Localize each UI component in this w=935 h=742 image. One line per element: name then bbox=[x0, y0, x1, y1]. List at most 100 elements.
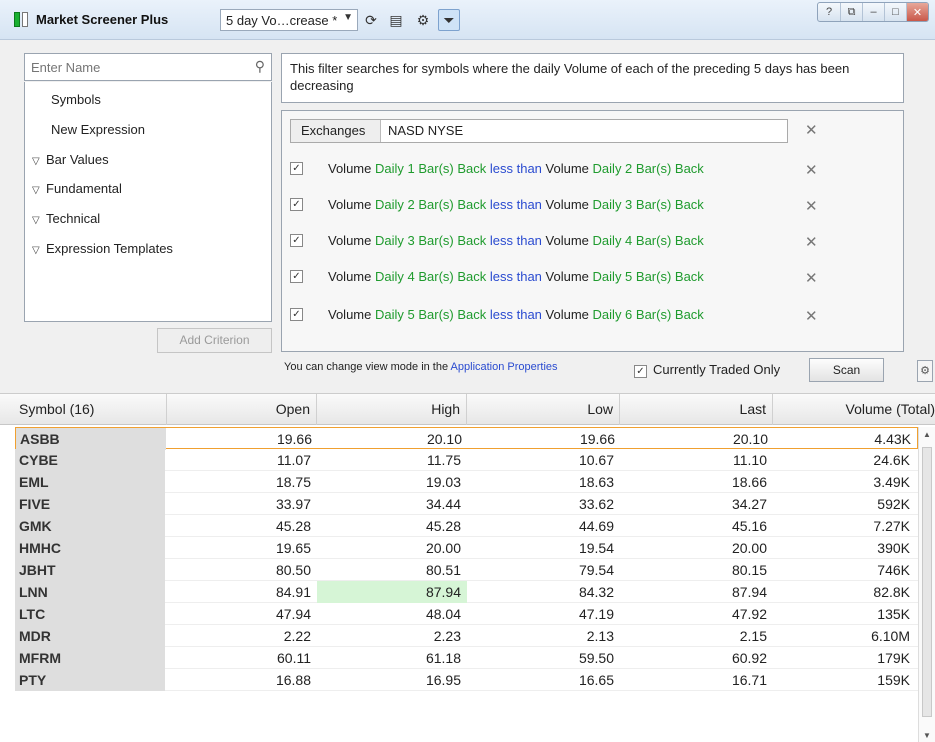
column-header-low[interactable]: Low bbox=[467, 394, 620, 425]
expand-triangle-icon[interactable]: ▽ bbox=[32, 245, 46, 256]
application-properties-link[interactable]: Application Properties bbox=[451, 361, 558, 373]
filter-description[interactable]: This filter searches for symbols where t… bbox=[281, 53, 904, 103]
cell-symbol: MDR bbox=[15, 625, 165, 647]
table-row[interactable]: LTC 47.94 48.04 47.19 47.92 135K bbox=[15, 603, 918, 625]
cell-volume: 7.27K bbox=[873, 518, 910, 534]
cell-low: 79.54 bbox=[578, 562, 614, 578]
table-row[interactable]: CYBE 11.07 11.75 10.67 11.10 24.6K bbox=[15, 449, 918, 471]
table-row[interactable]: ASBB 19.66 20.10 19.66 20.10 4.43K bbox=[15, 427, 918, 450]
tree-item-symbols[interactable]: Symbols bbox=[51, 92, 101, 107]
currently-traded-checkbox[interactable]: ✓ bbox=[634, 365, 647, 379]
expand-triangle-icon[interactable]: ▽ bbox=[32, 215, 46, 226]
column-header-volume[interactable]: Volume (Total) bbox=[773, 394, 935, 425]
column-header-last[interactable]: Last bbox=[620, 394, 773, 425]
search-input[interactable] bbox=[31, 55, 241, 79]
cell-last: 47.92 bbox=[731, 606, 767, 622]
settings-side-icon[interactable]: ⚙ bbox=[917, 360, 933, 382]
criterion-text[interactable]: Volume Daily 4 Bar(s) Back less than Vol… bbox=[328, 269, 704, 284]
maximize-button[interactable]: □ bbox=[884, 3, 906, 21]
criterion-field2: Volume bbox=[545, 269, 589, 284]
criterion-left-bar[interactable]: Daily 2 Bar(s) Back bbox=[375, 197, 486, 212]
criterion-right-bar[interactable]: Daily 5 Bar(s) Back bbox=[593, 269, 704, 284]
close-button[interactable]: ✕ bbox=[906, 3, 928, 21]
criterion-left-bar[interactable]: Daily 5 Bar(s) Back bbox=[375, 307, 486, 322]
cell-last: 20.10 bbox=[732, 431, 768, 447]
cell-volume: 135K bbox=[877, 606, 910, 622]
criterion-text[interactable]: Volume Daily 1 Bar(s) Back less than Vol… bbox=[328, 161, 704, 176]
sort-icon[interactable]: ⚙ bbox=[412, 9, 434, 31]
cell-volume: 390K bbox=[877, 540, 910, 556]
remove-criterion-icon[interactable]: ✕ bbox=[805, 269, 818, 287]
criterion-text[interactable]: Volume Daily 2 Bar(s) Back less than Vol… bbox=[328, 197, 704, 212]
criterion-checkbox[interactable]: ✓ bbox=[290, 162, 303, 175]
restore-button[interactable]: ⧉ bbox=[840, 3, 862, 21]
tree-item-technical[interactable]: ▽ Technical bbox=[32, 211, 100, 226]
refresh-icon[interactable]: ⟳ bbox=[360, 9, 382, 31]
remove-criterion-icon[interactable]: ✕ bbox=[805, 307, 818, 325]
column-header-symbol[interactable]: Symbol (16) bbox=[15, 394, 167, 425]
criterion-operator[interactable]: less than bbox=[490, 233, 542, 248]
criterion-left-bar[interactable]: Daily 1 Bar(s) Back bbox=[375, 161, 486, 176]
table-row[interactable]: FIVE 33.97 34.44 33.62 34.27 592K bbox=[15, 493, 918, 515]
table-row[interactable]: MDR 2.22 2.23 2.13 2.15 6.10M bbox=[15, 625, 918, 647]
criterion-right-bar[interactable]: Daily 4 Bar(s) Back bbox=[593, 233, 704, 248]
scrollbar-thumb[interactable] bbox=[922, 447, 932, 717]
expand-triangle-icon[interactable]: ▽ bbox=[32, 185, 46, 196]
cell-last: 45.16 bbox=[731, 518, 767, 534]
cell-high: 2.23 bbox=[433, 628, 461, 644]
criterion-right-bar[interactable]: Daily 3 Bar(s) Back bbox=[593, 197, 704, 212]
table-row[interactable]: HMHC 19.65 20.00 19.54 20.00 390K bbox=[15, 537, 918, 559]
criterion-checkbox[interactable]: ✓ bbox=[290, 270, 303, 283]
scroll-up-icon[interactable]: ▲ bbox=[923, 430, 931, 439]
scroll-down-icon[interactable]: ▼ bbox=[923, 731, 931, 740]
criterion-text[interactable]: Volume Daily 3 Bar(s) Back less than Vol… bbox=[328, 233, 704, 248]
criterion-operator[interactable]: less than bbox=[490, 307, 542, 322]
criterion-checkbox[interactable]: ✓ bbox=[290, 308, 303, 321]
tree-item-new-expression[interactable]: New Expression bbox=[51, 122, 145, 137]
table-row[interactable]: LNN 84.91 87.94 84.32 87.94 82.8K bbox=[15, 581, 918, 603]
table-row[interactable]: GMK 45.28 45.28 44.69 45.16 7.27K bbox=[15, 515, 918, 537]
expand-triangle-icon[interactable]: ▽ bbox=[32, 156, 46, 167]
column-header-high[interactable]: High bbox=[317, 394, 467, 425]
criterion-right-bar[interactable]: Daily 2 Bar(s) Back bbox=[593, 161, 704, 176]
search-icon[interactable]: ⚲ bbox=[255, 58, 265, 75]
table-row[interactable]: JBHT 80.50 80.51 79.54 80.15 746K bbox=[15, 559, 918, 581]
add-criterion-button[interactable]: Add Criterion bbox=[157, 328, 272, 353]
criterion-checkbox[interactable]: ✓ bbox=[290, 198, 303, 211]
grid-view-icon[interactable]: ▤ bbox=[385, 9, 407, 31]
help-button[interactable]: ? bbox=[818, 3, 840, 21]
tree-item-bar-values[interactable]: ▽ Bar Values bbox=[32, 152, 109, 167]
cell-high: 80.51 bbox=[425, 562, 461, 578]
minimize-button[interactable]: – bbox=[862, 3, 884, 21]
table-row[interactable]: PTY 16.88 16.95 16.65 16.71 159K bbox=[15, 669, 918, 691]
table-row[interactable]: EML 18.75 19.03 18.63 18.66 3.49K bbox=[15, 471, 918, 493]
cell-volume: 592K bbox=[877, 496, 910, 512]
criterion-checkbox[interactable]: ✓ bbox=[290, 234, 303, 247]
remove-criterion-icon[interactable]: ✕ bbox=[805, 197, 818, 215]
scan-button[interactable]: Scan bbox=[809, 358, 884, 382]
remove-exchanges-icon[interactable]: ✕ bbox=[805, 121, 818, 139]
tree-item-fundamental[interactable]: ▽ Fundamental bbox=[32, 181, 122, 196]
preset-dropdown[interactable]: 5 day Vo…crease * ▼ bbox=[220, 9, 358, 31]
criterion-text[interactable]: Volume Daily 5 Bar(s) Back less than Vol… bbox=[328, 307, 704, 322]
cell-low: 47.19 bbox=[578, 606, 614, 622]
table-row[interactable]: MFRM 60.11 61.18 59.50 60.92 179K bbox=[15, 647, 918, 669]
exchanges-label: Exchanges bbox=[291, 120, 381, 142]
criterion-operator[interactable]: less than bbox=[490, 269, 542, 284]
currently-traded-only-option[interactable]: ✓ Currently Traded Only bbox=[634, 362, 780, 379]
criterion-left-bar[interactable]: Daily 3 Bar(s) Back bbox=[375, 233, 486, 248]
criterion-operator[interactable]: less than bbox=[490, 161, 542, 176]
criterion-left-bar[interactable]: Daily 4 Bar(s) Back bbox=[375, 269, 486, 284]
exchanges-field[interactable]: Exchanges NASD NYSE bbox=[290, 119, 788, 143]
remove-criterion-icon[interactable]: ✕ bbox=[805, 233, 818, 251]
expression-tree: Symbols New Expression ▽ Bar Values ▽ Fund… bbox=[24, 82, 272, 322]
remove-criterion-icon[interactable]: ✕ bbox=[805, 161, 818, 179]
tree-item-expression-templates[interactable]: ▽ Expression Templates bbox=[32, 241, 173, 256]
criterion-operator[interactable]: less than bbox=[490, 197, 542, 212]
cell-last: 60.92 bbox=[731, 650, 767, 666]
column-header-open[interactable]: Open bbox=[167, 394, 317, 425]
filter-icon[interactable]: ⏷ bbox=[438, 9, 460, 31]
vertical-scrollbar[interactable]: ▲ ▼ bbox=[918, 427, 935, 742]
cell-high: 45.28 bbox=[425, 518, 461, 534]
criterion-right-bar[interactable]: Daily 6 Bar(s) Back bbox=[593, 307, 704, 322]
